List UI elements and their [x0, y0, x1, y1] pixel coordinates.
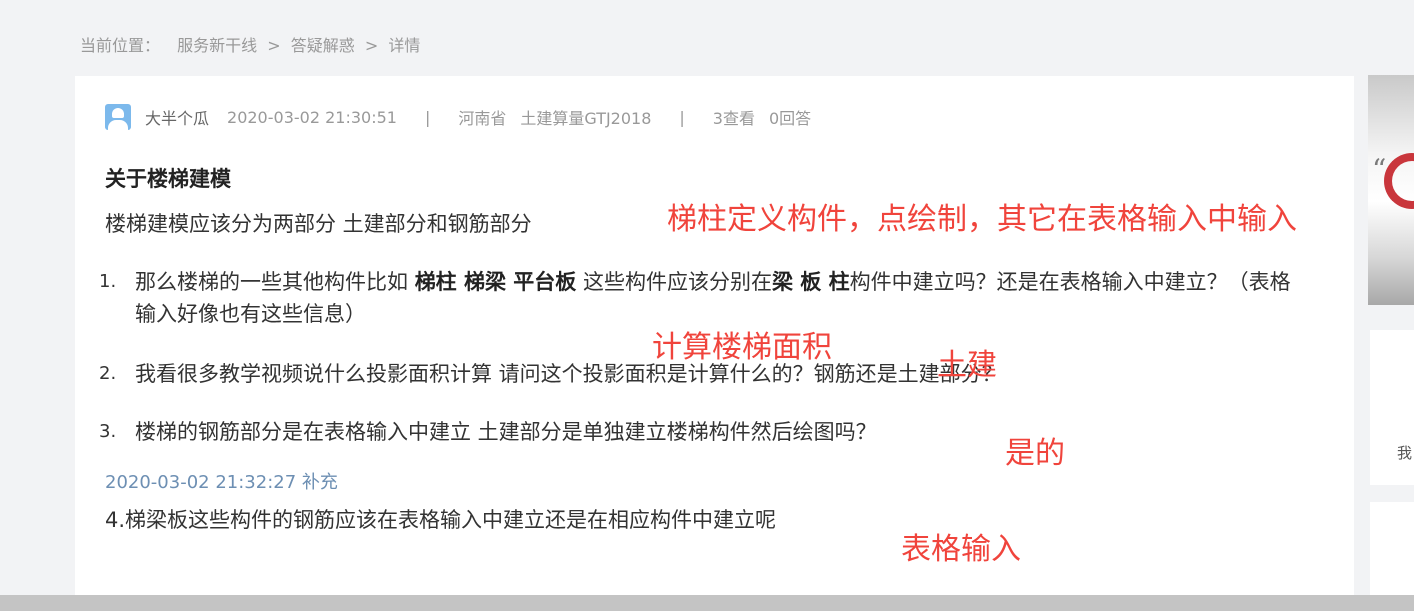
breadcrumb-item-detail: 详情	[388, 36, 421, 55]
breadcrumb-separator: >	[364, 36, 379, 55]
supplement-text: 4.梯梁板这些构件的钢筋应该在表格输入中建立还是在相应构件中建立呢	[105, 508, 777, 532]
bottom-scrollbar[interactable]	[0, 595, 1414, 611]
item-number: 1.	[99, 271, 117, 292]
author-name[interactable]: 大半个瓜	[145, 105, 209, 129]
breadcrumb-label: 当前位置：	[80, 36, 161, 55]
posted-time: 2020-03-02 21:30:51	[227, 107, 397, 127]
breadcrumb-item-service[interactable]: 服务新干线	[177, 36, 257, 55]
sidebar-card-2[interactable]	[1370, 502, 1414, 595]
annotation-note-3: 土建	[937, 348, 997, 383]
breadcrumb-item-qa[interactable]: 答疑解惑	[291, 36, 355, 55]
sidebar-card-text: 我	[1397, 444, 1413, 462]
software-tag: 土建算量GTJ2018	[520, 109, 652, 128]
sidebar-banner[interactable]: “	[1368, 75, 1414, 305]
annotation-note-2: 计算楼梯面积	[652, 330, 832, 365]
banner-logo-icon	[1384, 153, 1414, 209]
question-meta: 大半个瓜 2020-03-02 21:30:51 | 河南省 土建算量GTJ20…	[105, 104, 811, 130]
item-text: 楼梯的钢筋部分是在表格输入中建立 土建部分是单独建立楼梯构件然后绘图吗？	[135, 420, 877, 444]
breadcrumb-separator: >	[267, 36, 281, 55]
item-text-bold: 梯柱 梯梁 平台板	[414, 270, 577, 294]
avatar[interactable]	[105, 104, 131, 130]
avatar-body-icon	[108, 120, 128, 130]
item-text: 那么楼梯的一些其他构件比如 梯柱 梯梁 平台板 这些构件应该分别在梁 板 柱构件…	[135, 266, 1295, 330]
supplement-time: 2020-03-02 21:32:27 补充	[105, 472, 338, 493]
breadcrumb: 当前位置： 服务新干线 > 答疑解惑 > 详情	[80, 32, 420, 56]
annotation-note-4: 是的	[1005, 436, 1065, 471]
item-number: 3.	[99, 421, 117, 442]
item-text-part: 这些构件应该分别在	[576, 270, 772, 294]
item-text-bold: 梁 板 柱	[772, 270, 850, 294]
avatar-helmet-icon	[112, 108, 124, 118]
answer-count: 0回答	[768, 109, 812, 128]
meta-divider: |	[679, 107, 685, 127]
item-number: 2.	[99, 363, 117, 384]
region: 河南省	[458, 109, 507, 128]
sidebar-card[interactable]: 我	[1370, 330, 1414, 485]
question-intro: 楼梯建模应该分为两部分 土建部分和钢筋部分	[105, 212, 532, 236]
item-text-part: 那么楼梯的一些其他构件比如	[135, 270, 415, 294]
view-count: 3查看	[712, 109, 755, 128]
meta-divider: |	[424, 107, 431, 127]
annotation-note-1: 梯柱定义构件，点绘制，其它在表格输入中输入	[667, 202, 1297, 237]
question-title: 关于楼梯建模	[105, 167, 231, 191]
question-card: 大半个瓜 2020-03-02 21:30:51 | 河南省 土建算量GTJ20…	[75, 76, 1354, 611]
annotation-note-5: 表格输入	[901, 532, 1021, 567]
